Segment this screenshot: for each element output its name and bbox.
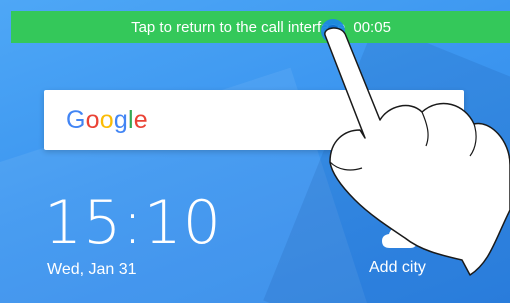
clock-time[interactable]: 15:10 (44, 193, 222, 253)
google-logo-letter: o (85, 105, 100, 134)
google-logo-letter: G (66, 105, 86, 134)
google-logo: Google (66, 106, 148, 135)
clock-date: Wed, Jan 31 (47, 261, 137, 278)
return-to-call-banner[interactable]: Tap to return to the call interface 00:0… (11, 11, 510, 43)
google-logo-letter: g (113, 105, 128, 134)
call-timer: 00:05 (353, 18, 391, 36)
add-city-button[interactable]: Add city (369, 259, 426, 277)
call-banner-text: Tap to return to the call interface (131, 18, 346, 36)
home-screen: Tap to return to the call interface 00:0… (0, 0, 510, 303)
cloud-icon[interactable] (380, 224, 420, 250)
google-logo-letter: e (133, 105, 148, 134)
google-search-widget[interactable]: Google (44, 90, 464, 150)
google-logo-letter: o (99, 105, 114, 134)
